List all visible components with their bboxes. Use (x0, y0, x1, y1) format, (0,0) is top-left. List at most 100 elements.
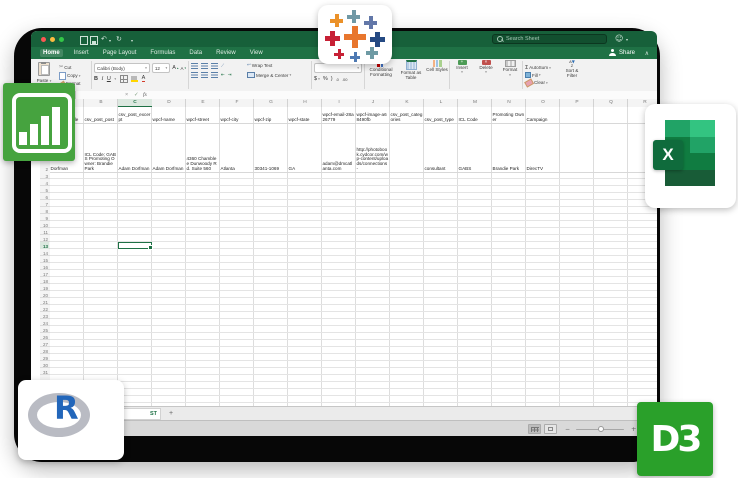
row-header-26[interactable]: 26 (40, 333, 49, 340)
row-header-27[interactable]: 27 (40, 340, 49, 347)
cell-C1[interactable]: csv_post_excerpt (118, 107, 151, 123)
row-header-12[interactable]: 12 (40, 235, 49, 242)
row-header-5[interactable]: 5 (40, 186, 49, 193)
increase-decimal-button[interactable]: .0 (336, 77, 339, 82)
align-right-icon[interactable] (211, 72, 218, 78)
row-header-17[interactable]: 17 (40, 270, 49, 277)
row-header-14[interactable]: 14 (40, 249, 49, 256)
new-document-icon[interactable] (80, 36, 88, 45)
formula-fx-icon[interactable]: fx (143, 92, 147, 98)
row-header-30[interactable]: 30 (40, 361, 49, 368)
cell-E2[interactable]: 4360 Chamblee Dunwoody Rd. Suite 560 (186, 123, 219, 172)
format-as-table-button[interactable]: Format as Table (397, 59, 425, 91)
row-header-20[interactable]: 20 (40, 291, 49, 298)
decrease-indent-icon[interactable]: ⇤ (221, 73, 225, 78)
zoom-slider-knob[interactable] (598, 426, 604, 432)
row-header-21[interactable]: 21 (40, 298, 49, 305)
cell-D1[interactable]: wpcf-name (152, 107, 185, 123)
column-header-K[interactable]: K (390, 99, 424, 107)
autosum-button[interactable]: Σ AutoSum ▾ (525, 65, 557, 71)
column-header-J[interactable]: J (356, 99, 390, 107)
zoom-window-button[interactable] (59, 37, 64, 42)
format-cells-button[interactable]: Format ▾ (498, 59, 522, 91)
column-header-L[interactable]: L (424, 99, 458, 107)
close-window-button[interactable] (41, 37, 46, 42)
align-middle-icon[interactable] (201, 63, 208, 69)
row-header-13[interactable]: 13 (40, 242, 49, 249)
redo-icon[interactable]: ↻ (116, 35, 122, 43)
orientation-icon[interactable]: ⟋ (221, 63, 224, 69)
sort-filter-button[interactable]: A▼ Z Sort & Filter (559, 59, 585, 91)
column-header-C[interactable]: C (118, 99, 152, 107)
save-icon[interactable] (90, 36, 98, 45)
row-header-16[interactable]: 16 (40, 263, 49, 270)
add-sheet-button[interactable]: + (165, 408, 177, 420)
row-header-24[interactable]: 24 (40, 319, 49, 326)
cell-I1[interactable]: wpcf-email-28a26779 (322, 107, 355, 123)
row-header-29[interactable]: 29 (40, 354, 49, 361)
increase-indent-icon[interactable]: ⇥ (228, 73, 232, 78)
number-format-select[interactable]: ▾ (314, 63, 362, 73)
row-header-4[interactable]: 4 (40, 179, 49, 186)
row-header-15[interactable]: 15 (40, 256, 49, 263)
cell-N2[interactable]: Brandie Park (492, 123, 525, 172)
share-button[interactable]: Share (609, 49, 635, 56)
search-input[interactable]: Search Sheet (492, 34, 607, 44)
cell-styles-button[interactable]: Cell Styles (425, 59, 449, 91)
tab-formulas[interactable]: Formulas (147, 49, 178, 57)
cut-button[interactable]: ✂ Cut (59, 64, 89, 70)
tab-data[interactable]: Data (186, 49, 205, 57)
row-header-9[interactable]: 9 (40, 214, 49, 221)
row-header-11[interactable]: 11 (40, 228, 49, 235)
font-size-select[interactable]: 12 ▾ (152, 63, 170, 73)
cell-L1[interactable]: csv_post_type (424, 107, 457, 123)
cell-K2[interactable] (390, 123, 423, 172)
cell-G1[interactable]: wpcf-zip (254, 107, 287, 123)
decrease-decimal-button[interactable]: .00 (342, 77, 348, 82)
align-top-icon[interactable] (191, 63, 198, 69)
cell-G2[interactable]: 30341-1069 (254, 123, 287, 172)
grow-font-button[interactable]: A▴ (172, 65, 178, 71)
tab-page-layout[interactable]: Page Layout (100, 49, 140, 57)
cell-M2[interactable]: GABS (458, 123, 491, 172)
tab-home[interactable]: Home (40, 49, 63, 57)
column-header-Q[interactable]: Q (594, 99, 628, 107)
collapse-ribbon-icon[interactable]: ∧ (645, 50, 649, 57)
formula-cancel-icon[interactable]: × (125, 92, 128, 98)
column-header-M[interactable]: M (458, 99, 492, 107)
bold-button[interactable]: B (94, 76, 98, 82)
column-header-D[interactable]: D (152, 99, 186, 107)
column-header-H[interactable]: H (288, 99, 322, 107)
undo-caret-icon[interactable]: ▾ (109, 38, 111, 43)
column-header-I[interactable]: I (322, 99, 356, 107)
cell-O1[interactable]: Campaign (526, 107, 559, 123)
wrap-text-button[interactable]: ↩ Wrap Text (247, 63, 309, 68)
zoom-out-button[interactable]: − (565, 426, 570, 433)
row-header-28[interactable]: 28 (40, 347, 49, 354)
minimize-window-button[interactable] (50, 37, 55, 42)
shrink-font-button[interactable]: A▾ (180, 66, 186, 71)
zoom-slider[interactable] (576, 429, 624, 431)
copy-button[interactable]: Copy ▾ (59, 72, 89, 80)
cell-L2[interactable]: consultant (424, 123, 457, 172)
percent-button[interactable]: % (323, 76, 328, 82)
row-header-3[interactable]: 3 (40, 172, 49, 179)
sheet-grid[interactable]: csv_post_titlecsv_post_postcsv_post_exce… (50, 107, 657, 406)
row-header-23[interactable]: 23 (40, 312, 49, 319)
normal-view-button[interactable] (528, 424, 541, 434)
clear-button[interactable]: Clear ▾ (525, 80, 557, 86)
row-header-19[interactable]: 19 (40, 284, 49, 291)
font-name-select[interactable]: Calibri (Body) ▾ (94, 63, 150, 73)
cell-J1[interactable]: wpcf-image-a68490fb (356, 107, 389, 123)
borders-icon[interactable] (120, 75, 128, 83)
column-header-N[interactable]: N (492, 99, 526, 107)
column-header-P[interactable]: P (560, 99, 594, 107)
row-header-10[interactable]: 10 (40, 221, 49, 228)
column-header-F[interactable]: F (220, 99, 254, 107)
underline-button[interactable]: U (107, 76, 111, 82)
cell-B2[interactable]: ICL Code: GABS Promoting Owner: Brandie … (84, 123, 117, 172)
cell-I2[interactable]: adam@dmcatlanta.com (322, 123, 355, 172)
cell-J2[interactable]: http://photobook.cydcor.com/wp-content/u… (356, 123, 389, 172)
cell-F1[interactable]: wpcf-city (220, 107, 253, 123)
row-header-7[interactable]: 7 (40, 200, 49, 207)
